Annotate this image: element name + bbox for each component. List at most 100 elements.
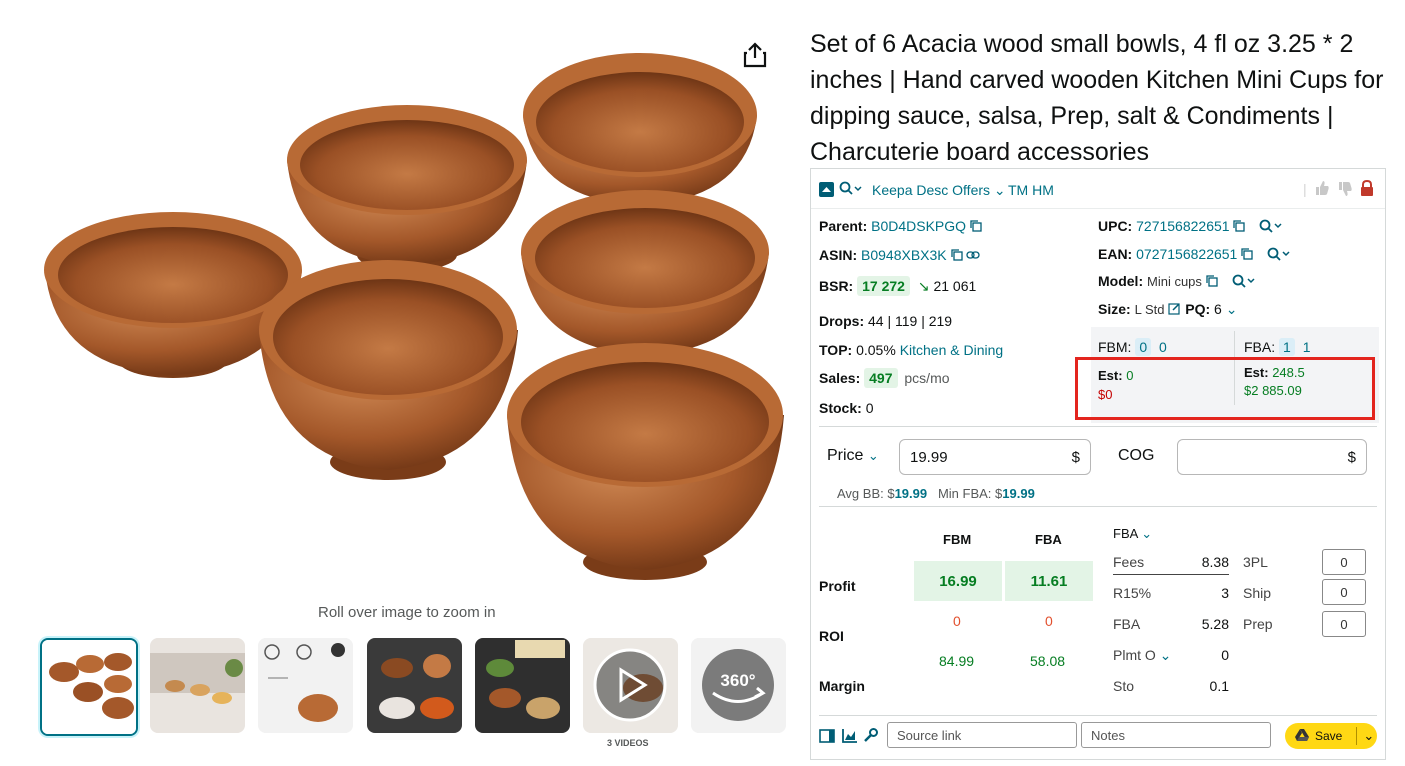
price-value: 19.99 <box>910 448 948 466</box>
lock-icon[interactable] <box>1360 179 1374 199</box>
price-currency: $ <box>1071 448 1080 466</box>
thumbnail-2[interactable] <box>150 638 245 733</box>
parent-asin-link[interactable]: B0D4DSKPGQ <box>871 218 966 234</box>
price-dropdown[interactable]: Price ⌄ <box>827 447 879 465</box>
copy-icon[interactable] <box>970 219 982 235</box>
margin-fbm: 84.99 <box>939 653 975 669</box>
copy-icon[interactable] <box>950 248 963 264</box>
asin-label: ASIN: <box>819 247 858 263</box>
section-divider <box>819 426 1377 427</box>
ean-link[interactable]: 0727156822651 <box>1136 246 1237 262</box>
edit-icon[interactable] <box>1168 302 1181 318</box>
upc-label: UPC: <box>1098 218 1133 234</box>
fba-fee-label: FBA <box>1113 616 1141 632</box>
price-input[interactable]: 19.99 $ <box>899 439 1091 475</box>
parent-label: Parent: <box>819 218 868 234</box>
plmt-dropdown[interactable]: Plmt O ⌄ <box>1113 647 1171 664</box>
thumbs-up-icon[interactable] <box>1314 180 1330 199</box>
asin-link[interactable]: B0948XBX3K <box>861 247 947 263</box>
sto-value: 0.1 <box>1209 678 1229 694</box>
collapse-icon[interactable] <box>819 182 834 197</box>
section-divider <box>819 506 1377 507</box>
thumbnail-360[interactable]: 360° <box>691 638 786 733</box>
pq-value: 6 <box>1214 301 1222 317</box>
save-label: Save <box>1315 729 1343 743</box>
stock-row: Stock: 0 <box>819 400 873 416</box>
ship-input[interactable]: 0 <box>1322 579 1366 605</box>
search-dropdown-icon[interactable] <box>1267 247 1293 264</box>
product-title: Set of 6 Acacia wood small bowls, 4 fl o… <box>810 30 1384 166</box>
size-label: Size: <box>1098 301 1131 317</box>
thumbnail-1[interactable] <box>40 638 138 736</box>
col-fbm-header: FBM <box>943 532 972 547</box>
upc-link[interactable]: 727156822651 <box>1136 218 1229 234</box>
fees-mode-dropdown[interactable]: FBA ⌄ <box>1113 526 1152 542</box>
bsr-row: BSR: 17 272 ↘ 21 061 <box>819 276 976 296</box>
search-dropdown-icon[interactable] <box>1232 274 1258 291</box>
share-icon[interactable] <box>740 40 770 70</box>
sales-row: Sales: 497 pcs/mo <box>819 368 950 388</box>
asin-row: ASIN: B0948XBX3K <box>819 247 981 264</box>
cog-input[interactable]: $ <box>1177 439 1367 475</box>
fees-mode-label: FBA <box>1113 526 1138 541</box>
sto-label: Sto <box>1113 678 1135 694</box>
footer-divider <box>819 715 1377 716</box>
thumbnail-3[interactable] <box>258 638 353 733</box>
roi-fba: 0 <box>1045 613 1053 629</box>
top-row: TOP: 0.05% Kitchen & Dining <box>819 342 1003 358</box>
fba-fee-value: 5.28 <box>1201 616 1229 632</box>
thumbnail-4[interactable] <box>367 638 462 733</box>
keepa-desc-offers-link[interactable]: Keepa Desc Offers ⌄ <box>872 182 1006 199</box>
fba-offer-count-2[interactable]: 1 <box>1303 339 1311 355</box>
drops-row: Drops: 44 | 119 | 219 <box>819 313 952 329</box>
ean-label: EAN: <box>1098 246 1133 262</box>
search-dropdown-icon[interactable] <box>1259 219 1285 236</box>
drive-icon <box>1295 728 1309 744</box>
fbm-offer-count-2[interactable]: 0 <box>1159 339 1167 355</box>
product-main-image[interactable] <box>35 30 785 600</box>
thumbnail-strip: 360° <box>40 638 790 738</box>
save-dropdown-icon[interactable]: ⌄ <box>1363 728 1374 744</box>
tpl-label: 3PL <box>1243 554 1268 570</box>
tm-hm-link[interactable]: TM HM <box>1008 182 1054 198</box>
label-360: 360° <box>720 671 755 690</box>
stock-value: 0 <box>865 400 874 416</box>
chart-icon[interactable] <box>842 728 858 746</box>
ship-label: Ship <box>1243 585 1272 601</box>
copy-icon[interactable] <box>1241 247 1253 263</box>
zoom-hint: Roll over image to zoom in <box>318 604 496 621</box>
fba-offer-count[interactable]: 1 <box>1279 338 1295 356</box>
roi-label: ROI <box>819 628 844 644</box>
notes-input[interactable]: Notes <box>1081 722 1271 748</box>
plmt-value: 0 <box>1221 647 1229 663</box>
prep-input[interactable]: 0 <box>1322 611 1366 637</box>
copy-icon[interactable] <box>1206 274 1218 290</box>
source-link-input[interactable]: Source link <box>887 722 1077 748</box>
save-button[interactable]: Save ⌄ <box>1285 723 1377 749</box>
pq-dropdown[interactable]: 6 ⌄ <box>1214 301 1237 317</box>
fbm-offer-count[interactable]: 0 <box>1135 338 1152 356</box>
stock-label: Stock: <box>819 400 862 416</box>
profit-fbm: 16.99 <box>914 561 1002 601</box>
trend-down-icon: ↘ <box>917 278 930 294</box>
sidebar-toggle-icon[interactable] <box>819 729 835 746</box>
wrench-icon[interactable] <box>863 728 878 746</box>
cog-label: COG <box>1118 447 1155 464</box>
copy-icon[interactable] <box>1233 219 1246 235</box>
sales-unit: pcs/mo <box>904 370 950 386</box>
keepa-desc-offers-label: Keepa Desc Offers <box>872 182 991 198</box>
avg-bb-value: 19.99 <box>894 486 928 501</box>
r15-value: 3 <box>1221 585 1229 601</box>
link-icon[interactable] <box>966 248 981 264</box>
top-category-link[interactable]: Kitchen & Dining <box>900 342 1004 358</box>
video-thumbnail[interactable] <box>583 638 678 733</box>
r15-label: R15% <box>1113 585 1152 601</box>
tpl-input[interactable]: 0 <box>1322 549 1366 575</box>
fees-value: 8.38 <box>1201 554 1229 570</box>
margin-label: Margin <box>819 678 865 694</box>
model-value: Mini cups <box>1147 274 1202 289</box>
thumbnail-5[interactable] <box>475 638 570 733</box>
search-dropdown-icon[interactable] <box>839 181 865 200</box>
thumbs-down-icon[interactable] <box>1337 181 1353 200</box>
fbm-offers-label: FBM: <box>1098 339 1132 355</box>
